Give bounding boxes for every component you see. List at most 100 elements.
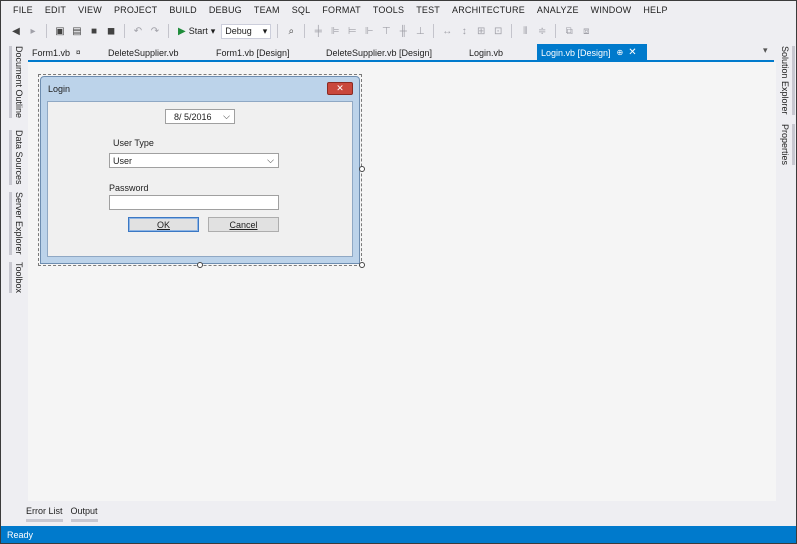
configuration-value: Debug <box>225 26 252 36</box>
status-text: Ready <box>7 529 34 540</box>
menu-team[interactable]: TEAM <box>248 5 286 15</box>
left-tool-strip: Document Outline Data Sources Server Exp… <box>1 44 27 526</box>
tab-label: DeleteSupplier.vb <box>108 47 179 58</box>
resize-handle-corner[interactable] <box>359 262 365 268</box>
toolbar-separator <box>46 24 47 38</box>
chevron-down-icon: ⌵ <box>223 111 230 121</box>
make-same-height-icon[interactable]: ↕ <box>457 24 471 38</box>
close-tab-icon[interactable]: ✕ <box>628 47 636 58</box>
tab-login-vb[interactable]: Login.vb <box>465 44 537 61</box>
tab-label: DeleteSupplier.vb [Design] <box>326 47 433 58</box>
menu-bar: FILE EDIT VIEW PROJECT BUILD DEBUG TEAM … <box>1 1 796 19</box>
tab-form1-design[interactable]: Form1.vb [Design] <box>212 44 322 61</box>
chevron-down-icon: ▾ <box>262 25 268 36</box>
pin-icon[interactable]: ⊕ <box>617 48 624 57</box>
menu-window[interactable]: WINDOW <box>585 5 638 15</box>
tab-login-design[interactable]: Login.vb [Design] ⊕ ✕ <box>537 44 647 61</box>
right-tool-strip: Solution Explorer Properties <box>776 44 796 526</box>
menu-view[interactable]: VIEW <box>72 5 108 15</box>
error-list-tab[interactable]: Error List <box>26 506 63 522</box>
menu-build[interactable]: BUILD <box>163 5 203 15</box>
toolbar-separator <box>304 24 306 38</box>
data-sources-tab[interactable]: Data Sources <box>9 130 24 185</box>
align-middles-icon[interactable]: ╫ <box>396 24 410 38</box>
date-value: 8/ 5/2016 <box>174 111 212 122</box>
find-icon[interactable]: ⌕ <box>284 24 298 38</box>
tab-overflow-dropdown-icon[interactable]: ▾ <box>763 45 768 56</box>
start-button[interactable]: ▶ Start ▾ <box>175 26 218 37</box>
make-same-width-icon[interactable]: ↔ <box>440 24 454 38</box>
align-rights-icon[interactable]: ⊩ <box>362 24 376 38</box>
send-to-back-icon[interactable]: ⧈ <box>579 24 593 38</box>
tab-deletesupplier-design[interactable]: DeleteSupplier.vb [Design] <box>322 44 465 61</box>
server-explorer-tab[interactable]: Server Explorer <box>9 192 24 255</box>
tab-label: Form1.vb [Design] <box>216 47 290 58</box>
toolbar-separator <box>433 24 435 38</box>
toolbox-tab[interactable]: Toolbox <box>9 262 24 294</box>
document-tab-row: Form1.vb ¤ DeleteSupplier.vb Form1.vb [D… <box>28 44 776 61</box>
tab-form1-vb[interactable]: Form1.vb ¤ <box>28 44 104 61</box>
vertical-spacing-icon[interactable]: ≑ <box>535 24 549 38</box>
date-time-picker[interactable]: 8/ 5/2016 ⌵ <box>165 109 235 124</box>
horizontal-spacing-icon[interactable]: ⫴ <box>518 24 532 38</box>
form-title: Login <box>48 84 71 94</box>
resize-handle-right[interactable] <box>359 166 365 172</box>
align-lefts-icon[interactable]: ⊫ <box>328 24 342 38</box>
solution-configuration-select[interactable]: Debug ▾ <box>221 23 272 39</box>
make-same-size-icon[interactable]: ⊞ <box>474 24 488 38</box>
undo-icon[interactable]: ↶ <box>131 24 145 38</box>
new-project-icon[interactable]: ▣ <box>53 24 67 38</box>
open-file-icon[interactable]: ▤ <box>70 24 84 38</box>
size-to-grid-icon[interactable]: ⊡ <box>491 24 505 38</box>
menu-analyze[interactable]: ANALYZE <box>531 5 585 15</box>
align-centers-icon[interactable]: ⊨ <box>345 24 359 38</box>
menu-file[interactable]: FILE <box>7 5 39 15</box>
menu-debug[interactable]: DEBUG <box>203 5 248 15</box>
menu-test[interactable]: TEST <box>410 5 446 15</box>
tab-deletesupplier-vb[interactable]: DeleteSupplier.vb <box>104 44 212 61</box>
toolbar-separator <box>124 24 125 38</box>
password-field[interactable] <box>109 195 279 210</box>
ok-button[interactable]: OK <box>128 217 199 232</box>
save-all-icon[interactable]: ◼ <box>104 24 118 38</box>
menu-format[interactable]: FORMAT <box>316 5 367 15</box>
chevron-down-icon: ▾ <box>210 25 216 36</box>
toolbar-separator <box>277 24 279 38</box>
user-type-combobox[interactable]: User ⌵ <box>109 153 279 168</box>
navigate-back-icon[interactable]: ◀ <box>9 24 23 38</box>
toolbar-separator <box>555 24 557 38</box>
menu-sql[interactable]: SQL <box>286 5 317 15</box>
align-tops-icon[interactable]: ⊤ <box>379 24 393 38</box>
save-icon[interactable]: ■ <box>87 24 101 38</box>
form-client-area: 8/ 5/2016 ⌵ User Type User ⌵ Password OK… <box>47 101 353 257</box>
user-type-value: User <box>113 155 133 166</box>
cancel-button[interactable]: Cancel <box>208 217 279 232</box>
align-to-grid-icon[interactable]: ╪ <box>311 24 325 38</box>
menu-tools[interactable]: TOOLS <box>367 5 410 15</box>
toolbar-separator <box>168 24 169 38</box>
menu-project[interactable]: PROJECT <box>108 5 163 15</box>
tab-label: Login.vb [Design] <box>541 47 611 58</box>
resize-handle-bottom[interactable] <box>197 262 203 268</box>
password-label: Password <box>109 183 149 193</box>
status-bar: Ready <box>1 526 796 543</box>
bring-to-front-icon[interactable]: ⧉ <box>562 24 576 38</box>
properties-tab[interactable]: Properties <box>780 124 795 166</box>
redo-icon[interactable]: ↷ <box>148 24 162 38</box>
pin-icon[interactable]: ¤ <box>76 48 80 57</box>
login-form[interactable]: Login ✕ 8/ 5/2016 ⌵ User Type User ⌵ Pas… <box>40 76 360 264</box>
play-icon: ▶ <box>178 25 186 37</box>
output-tab[interactable]: Output <box>70 506 98 522</box>
menu-help[interactable]: HELP <box>637 5 673 15</box>
menu-architecture[interactable]: ARCHITECTURE <box>446 5 531 15</box>
menu-edit[interactable]: EDIT <box>39 5 72 15</box>
tab-label: Form1.vb <box>32 47 71 58</box>
navigate-forward-icon[interactable]: ▸ <box>26 24 40 38</box>
solution-explorer-tab[interactable]: Solution Explorer <box>780 46 795 115</box>
align-bottoms-icon[interactable]: ⊥ <box>413 24 427 38</box>
document-outline-tab[interactable]: Document Outline <box>9 46 24 119</box>
start-label: Start <box>188 26 208 36</box>
form-close-button[interactable]: ✕ <box>327 82 353 95</box>
standard-toolbar: ◀ ▸ ▣ ▤ ■ ◼ ↶ ↷ ▶ Start ▾ Debug ▾ ⌕ ╪ ⊫ … <box>1 19 796 43</box>
user-type-label: User Type <box>113 138 154 148</box>
